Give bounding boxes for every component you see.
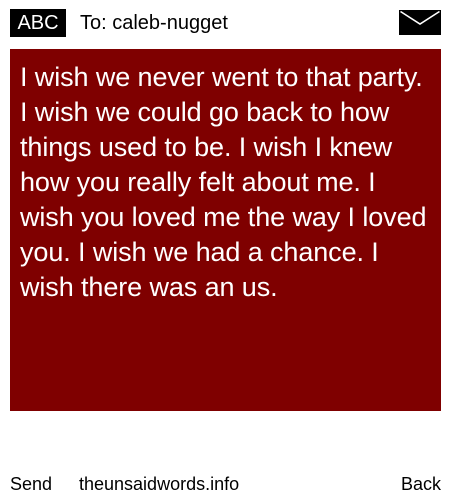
site-label: theunsaidwords.info [79, 474, 240, 494]
message-header: ABC To: caleb-nugget [10, 8, 441, 37]
message-text: I wish we never went to that party. I wi… [20, 62, 427, 302]
back-button[interactable]: Back [401, 471, 441, 497]
envelope-icon [399, 10, 441, 35]
message-body: I wish we never went to that party. I wi… [10, 49, 441, 411]
send-button[interactable]: Send [10, 471, 52, 497]
recipient-line: To: caleb-nugget [80, 12, 228, 34]
input-mode-indicator: ABC [10, 9, 66, 37]
softkey-bar: Send theunsaidwords.info Back [10, 471, 441, 497]
